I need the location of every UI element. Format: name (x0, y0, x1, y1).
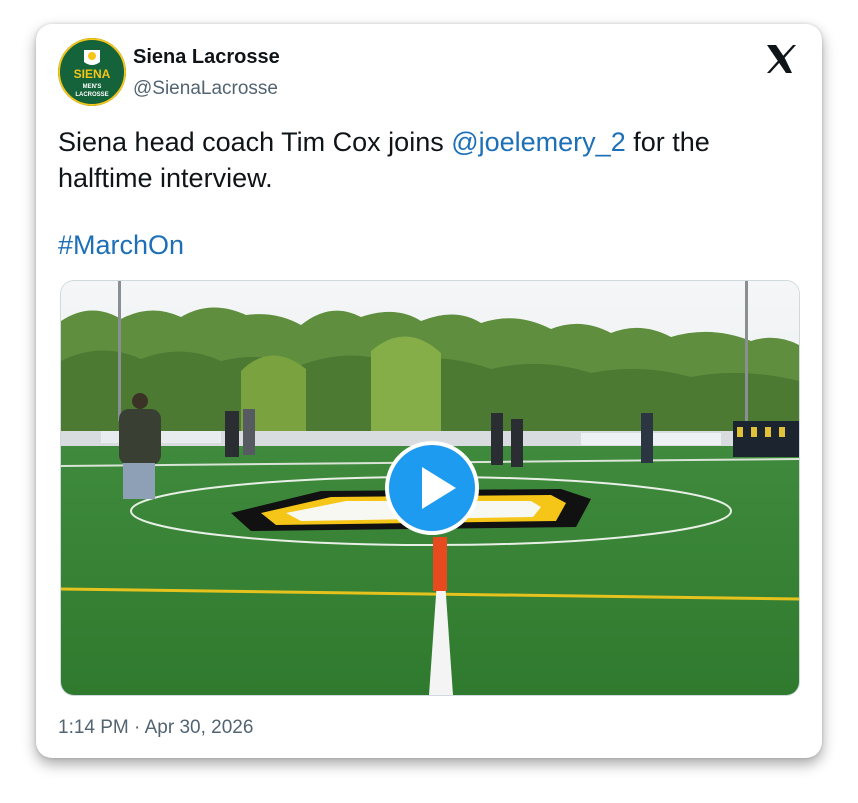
svg-text:MEN'S: MEN'S (83, 84, 102, 90)
user-handle[interactable]: @SienaLacrosse (133, 78, 278, 100)
x-logo-icon[interactable] (764, 42, 798, 76)
svg-text:LACROSSE: LACROSSE (75, 92, 108, 98)
hashtag-link[interactable]: #MarchOn (58, 227, 184, 263)
svg-text:SIENA: SIENA (74, 67, 111, 81)
tweet-text: Siena head coach Tim Cox joins @joelemer… (58, 124, 778, 196)
play-button[interactable] (385, 441, 479, 535)
video-player[interactable] (60, 280, 800, 696)
play-icon (422, 467, 456, 509)
display-name[interactable]: Siena Lacrosse (133, 46, 280, 69)
tweet-text-part: Siena head coach Tim Cox joins (58, 127, 452, 157)
tweet-timestamp[interactable]: 1:14 PM · Apr 30, 2026 (58, 717, 253, 739)
mention-link[interactable]: @joelemery_2 (451, 127, 626, 157)
avatar[interactable]: SIENA MEN'S LACROSSE (58, 38, 126, 106)
siena-logo-icon: SIENA MEN'S LACROSSE (58, 38, 126, 106)
tweet-card: SIENA MEN'S LACROSSE Siena Lacrosse @Sie… (36, 24, 822, 758)
